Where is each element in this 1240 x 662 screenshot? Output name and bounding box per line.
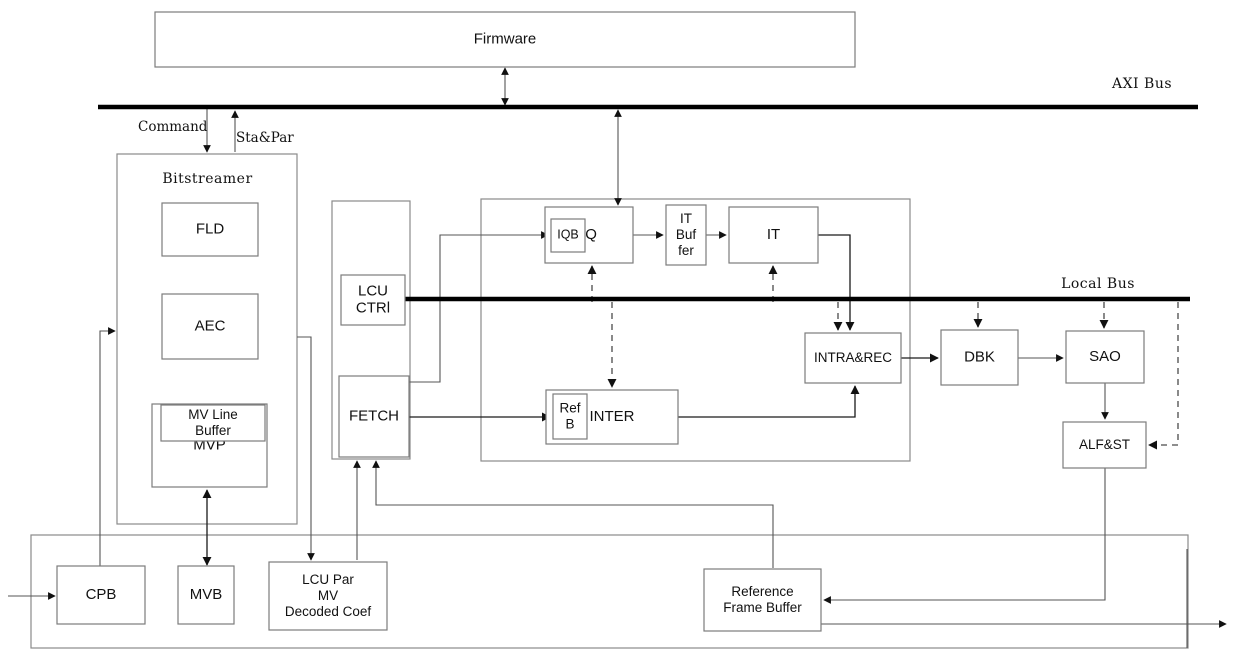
block-label-mv-line-buffer: MV Line Buffer bbox=[188, 407, 238, 438]
block-mv-line-buffer: MV Line Buffer bbox=[160, 404, 266, 442]
architecture-diagram: AXI BusLocal Bus FirmwareBitstreamerFLDA… bbox=[8, 11, 1227, 649]
block-sao: SAO bbox=[1065, 330, 1145, 384]
block-ref-b: Ref B bbox=[552, 393, 588, 440]
block-it: IT bbox=[728, 206, 819, 264]
block-mvb: MVB bbox=[177, 565, 235, 625]
wire-it-to-intrarec bbox=[818, 234, 855, 331]
wire-bus-to-alfst-dashed bbox=[1148, 302, 1179, 450]
block-dbk: DBK bbox=[940, 329, 1019, 386]
block-label-fld: FLD bbox=[196, 220, 225, 237]
block-lcu-ctrl: LCU CTRl bbox=[340, 274, 406, 326]
block-label-iqb: IQB bbox=[557, 228, 579, 242]
edge-label-command: Command bbox=[138, 119, 208, 135]
wire-cpb-to-bitstreamer bbox=[99, 327, 116, 566]
bus-label-axi: AXI Bus bbox=[1111, 76, 1172, 92]
block-label-alf-st: ALF&ST bbox=[1079, 437, 1130, 452]
block-label-sao: SAO bbox=[1089, 348, 1121, 365]
block-iqb: IQB bbox=[550, 218, 586, 253]
block-diagram-canvas: AXI Bus Local Bus Firmware Bitstreamer FLD A… bbox=[0, 0, 1240, 662]
block-fld: FLD bbox=[161, 202, 259, 257]
block-label-intra-rec: INTRA&REC bbox=[814, 350, 892, 365]
block-label-dbk: DBK bbox=[964, 348, 995, 365]
wire-bitstreamer-to-lcupar bbox=[297, 336, 315, 561]
block-label-lcu-ctrl: LCU CTRl bbox=[356, 282, 390, 316]
block-reference-frame-buffer: Reference Frame Buffer bbox=[703, 568, 822, 632]
block-intra-rec: INTRA&REC bbox=[804, 332, 902, 384]
block-it-buffer: IT Buf fer bbox=[665, 204, 707, 266]
block-alf-st: ALF&ST bbox=[1062, 421, 1147, 469]
block-bitstreamer-title: Bitstreamer bbox=[162, 171, 252, 187]
block-label-it: IT bbox=[767, 226, 780, 243]
wire-fetch-to-iqb bbox=[409, 231, 549, 383]
block-cpb: CPB bbox=[56, 565, 146, 625]
wire-alfst-to-refbuf bbox=[823, 468, 1106, 604]
block-fetch: FETCH bbox=[338, 375, 410, 458]
block-label-fetch: FETCH bbox=[349, 407, 399, 424]
block-label-aec: AEC bbox=[195, 317, 226, 334]
block-label-bitstreamer-title: Bitstreamer bbox=[162, 171, 252, 187]
block-label-mvb: MVB bbox=[190, 586, 223, 603]
edge-label-sta-par: Sta&Par bbox=[236, 130, 294, 146]
block-label-firmware: Firmware bbox=[474, 30, 537, 47]
wire-refbuf-to-fetch bbox=[372, 460, 774, 568]
block-label-reference-frame-buffer: Reference Frame Buffer bbox=[723, 584, 802, 615]
block-label-inter: INTER bbox=[590, 408, 635, 425]
annotation-labels: Command Sta&Par bbox=[138, 119, 294, 146]
block-lcu-par: LCU Par MV Decoded Coef bbox=[268, 561, 388, 631]
bus-label-local: Local Bus bbox=[1061, 276, 1135, 292]
bus-lines: AXI Bus Local Bus bbox=[98, 76, 1198, 302]
block-label-cpb: CPB bbox=[86, 586, 117, 603]
block-aec: AEC bbox=[161, 293, 259, 360]
wire-inter-to-intrarec bbox=[678, 385, 860, 418]
block-firmware: Firmware bbox=[154, 11, 856, 68]
